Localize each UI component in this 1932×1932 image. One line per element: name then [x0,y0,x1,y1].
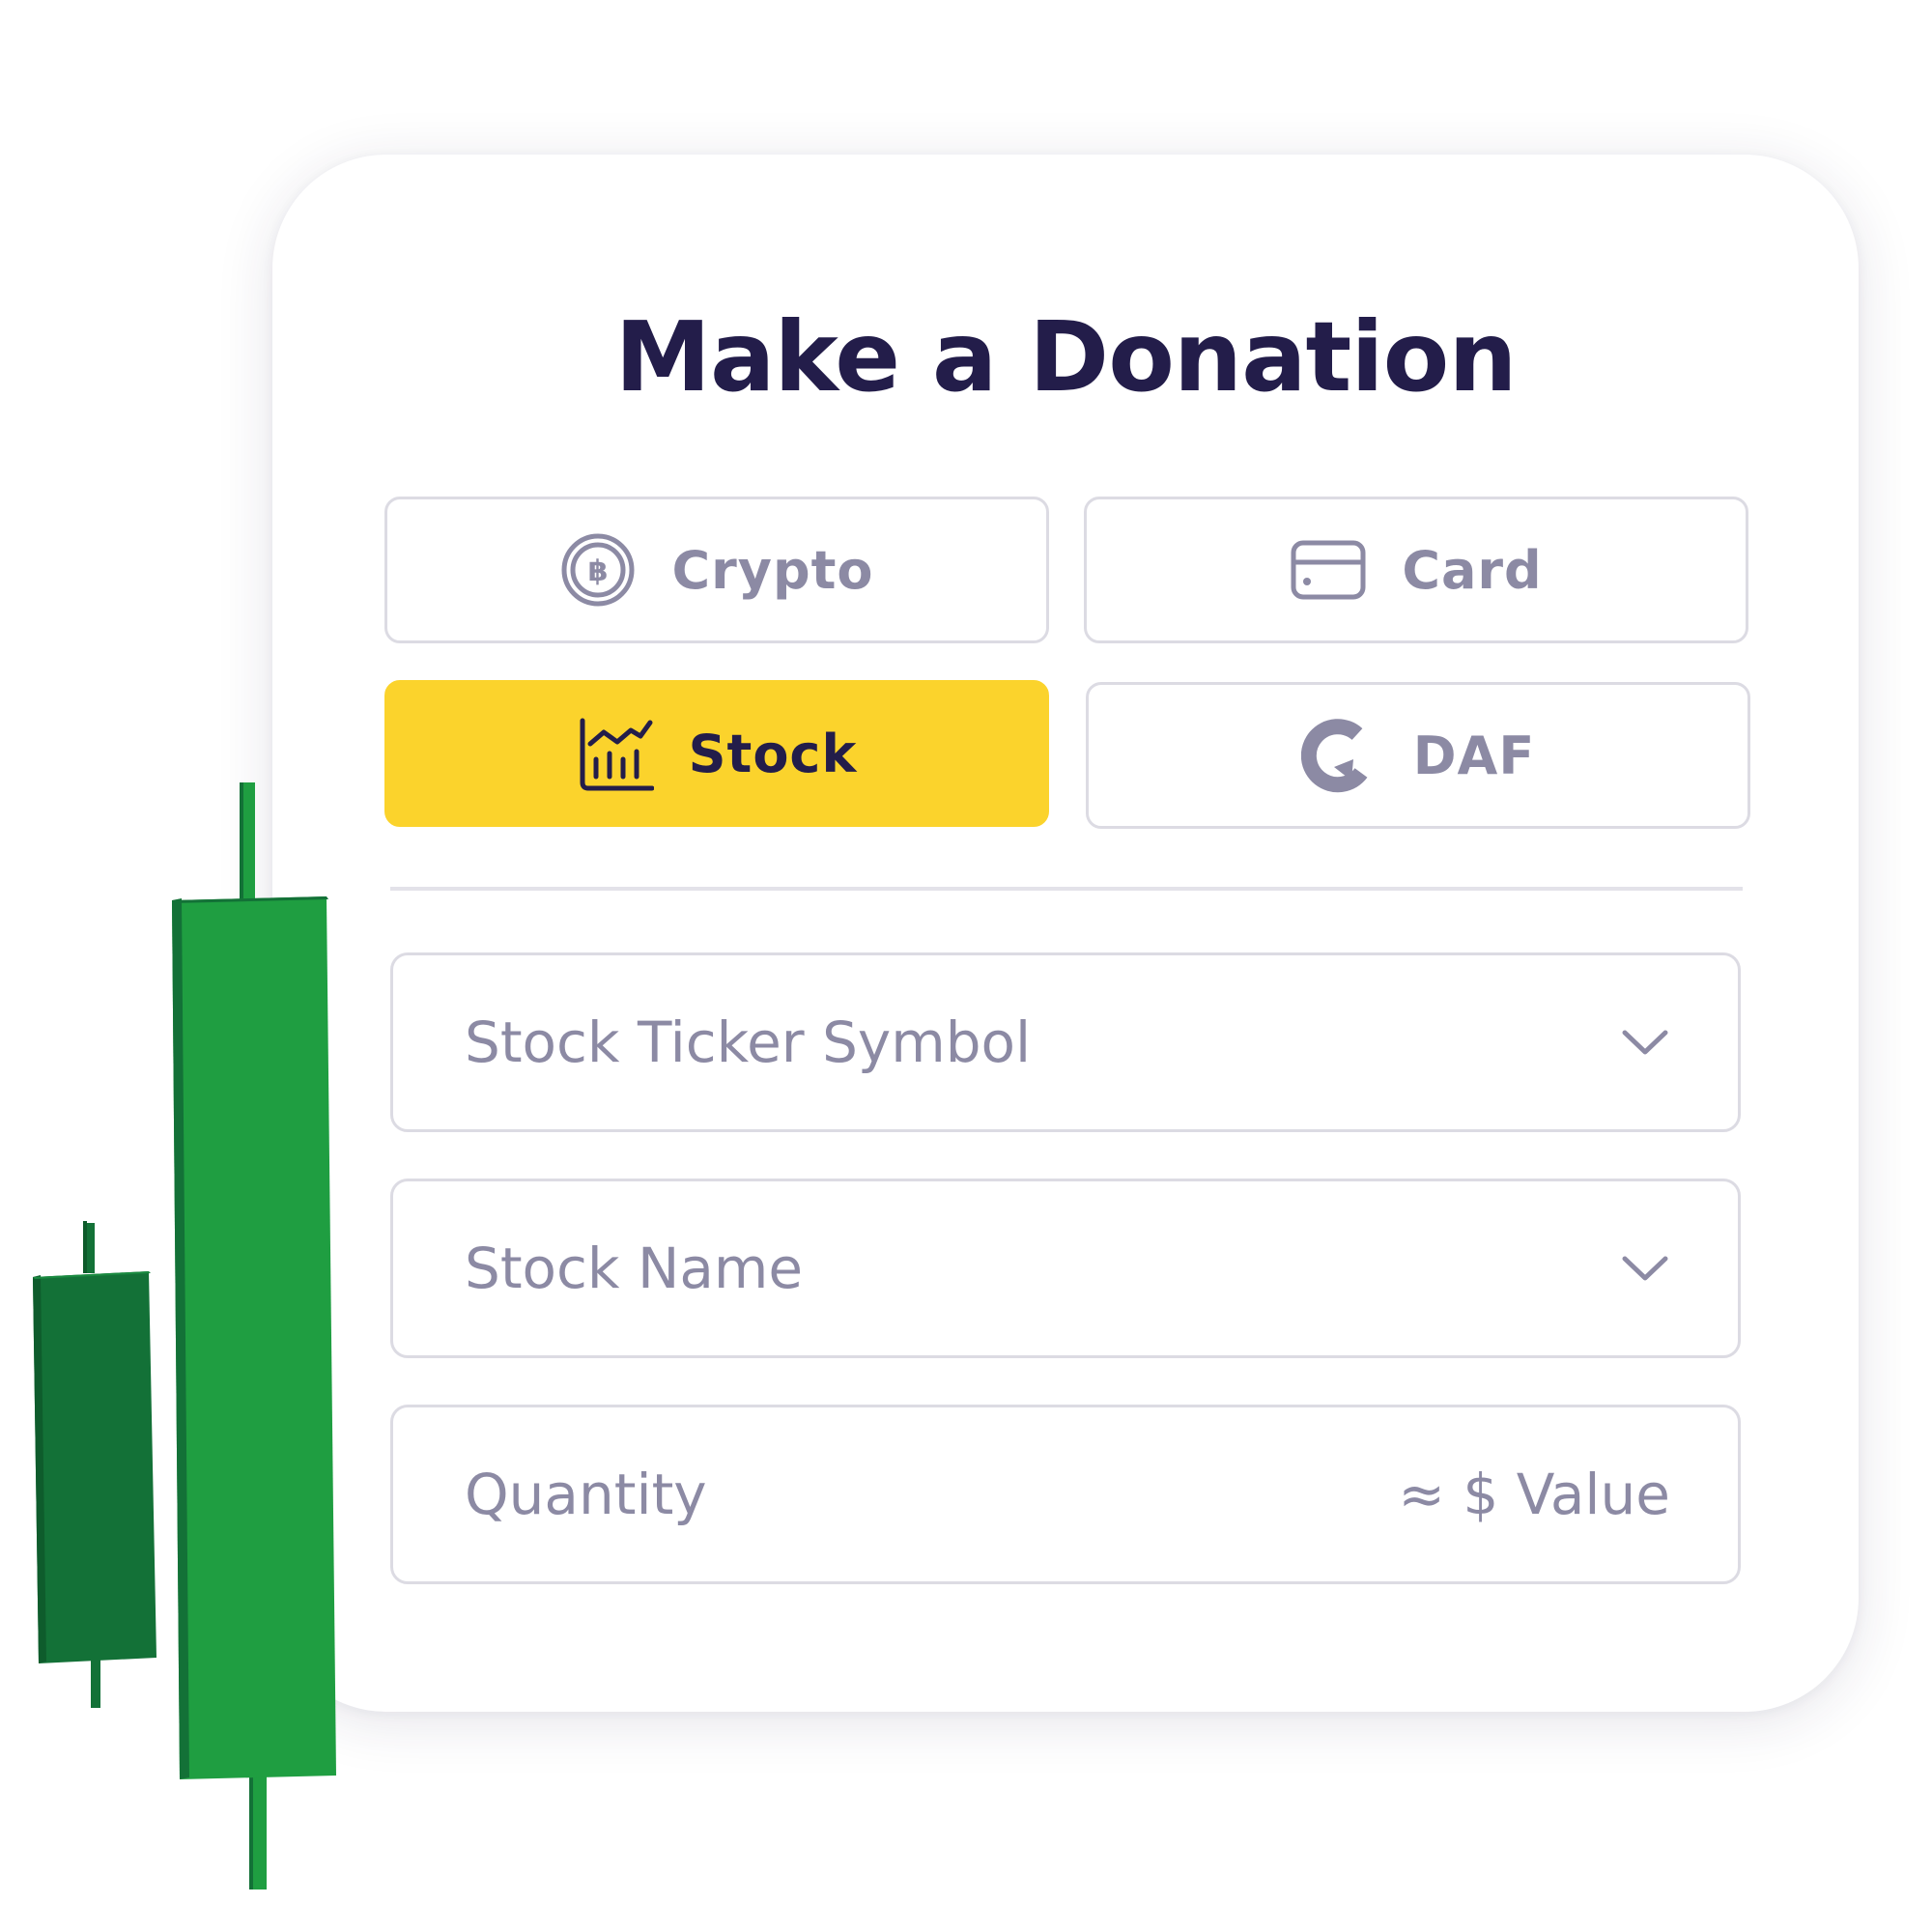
stock-name-select[interactable]: Stock Name [390,1179,1741,1358]
stock-chart-icon [577,715,654,792]
payment-method-label: Card [1402,539,1543,601]
page-title: Make a Donation [614,300,1517,413]
payment-method-crypto-button[interactable]: ฿ Crypto [384,497,1049,643]
quantity-placeholder: Quantity [465,1462,707,1527]
stock-ticker-placeholder: Stock Ticker Symbol [465,1009,1032,1075]
page: Make a Donation ฿ Crypto Card Stock DAF … [0,0,1932,1932]
stock-ticker-select[interactable]: Stock Ticker Symbol [390,952,1741,1132]
payment-method-label: Crypto [671,539,874,601]
donation-card: Make a Donation ฿ Crypto Card Stock DAF … [272,155,1859,1712]
stock-name-placeholder: Stock Name [465,1236,804,1301]
payment-method-label: DAF [1412,724,1536,786]
daf-icon [1300,717,1378,794]
chevron-down-icon[interactable] [1620,1027,1670,1058]
payment-method-label: Stock [688,723,858,784]
credit-card-icon [1290,539,1367,601]
payment-method-stock-button[interactable]: Stock [384,680,1049,827]
payment-method-daf-button[interactable]: DAF [1086,682,1750,829]
estimated-value-label: ≈ $ Value [1398,1462,1670,1527]
small-candlestick [33,1221,156,1708]
quantity-input[interactable]: Quantity ≈ $ Value [390,1405,1741,1584]
chevron-down-icon[interactable] [1620,1253,1670,1284]
svg-text:฿: ฿ [588,554,609,588]
payment-method-card-button[interactable]: Card [1084,497,1748,643]
section-divider [390,887,1743,891]
bitcoin-icon: ฿ [559,531,637,609]
